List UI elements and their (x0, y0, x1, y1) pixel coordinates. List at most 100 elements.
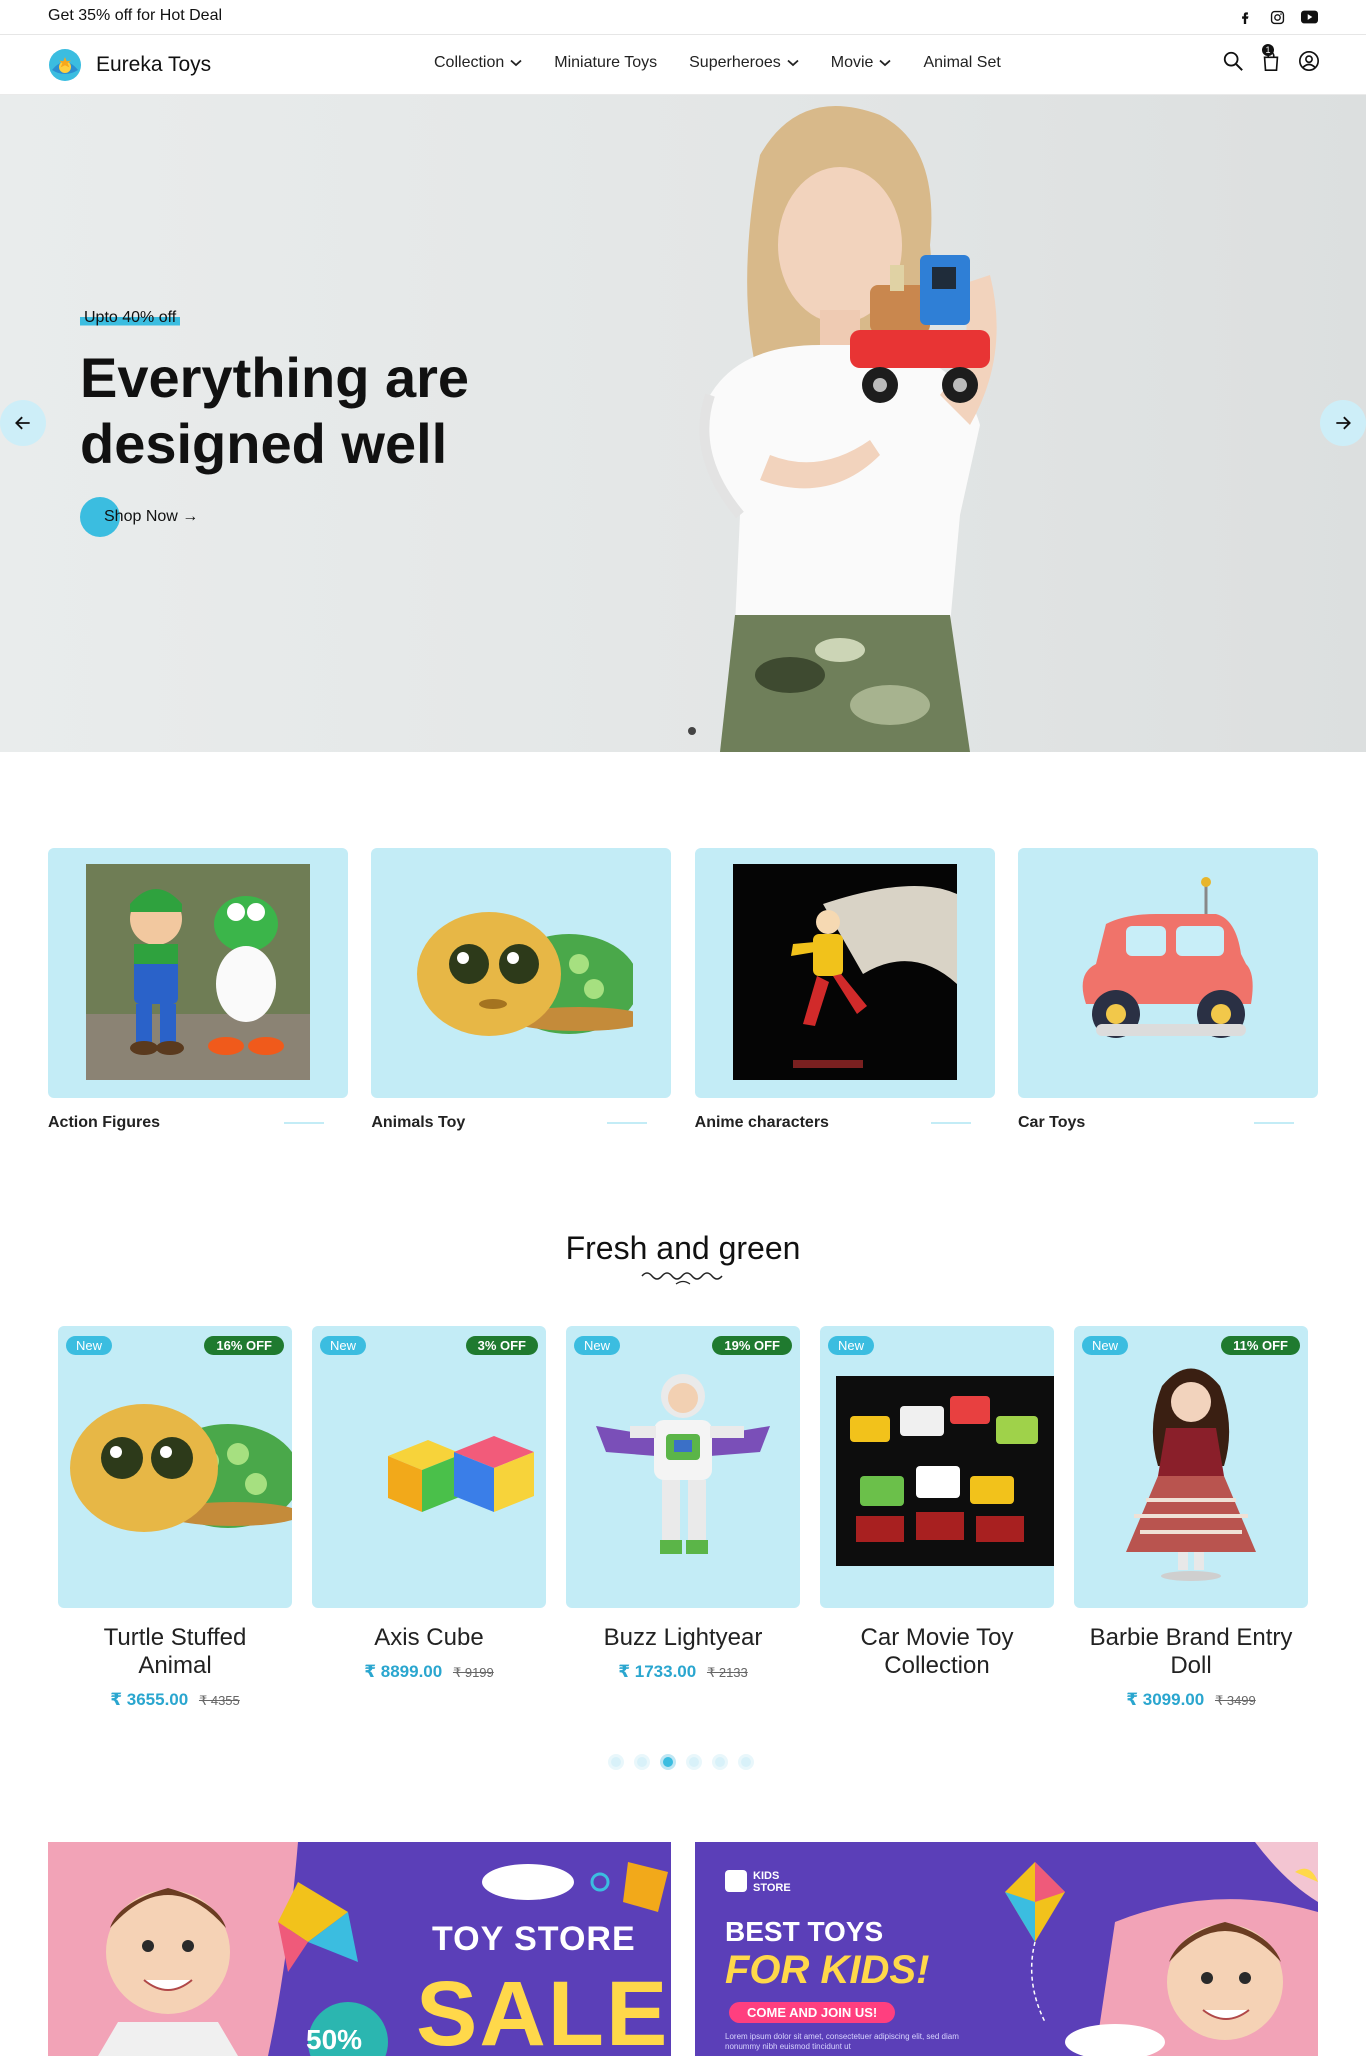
hero-headline: Everything are designed well (80, 346, 470, 475)
carousel-dot[interactable] (738, 1754, 754, 1770)
hero-prev-button[interactable] (0, 400, 46, 446)
banner-title: TOY STORE (432, 1920, 636, 1958)
product-image-tile: New 11% OFF (1074, 1326, 1308, 1608)
product-image-tile: New 3% OFF (312, 1326, 546, 1608)
cart-icon[interactable]: 1 (1260, 44, 1282, 72)
facebook-icon[interactable] (1236, 8, 1254, 26)
user-icon[interactable] (1298, 50, 1320, 72)
eureka-logo-icon (49, 49, 81, 81)
shop-now-button[interactable]: Shop Now → (80, 497, 198, 537)
nav-label: Superheroes (689, 54, 781, 71)
category-card-action-figures[interactable]: Action Figures (48, 848, 348, 1132)
brand-link[interactable]: Eureka Toys (48, 48, 211, 82)
category-grid: Action Figures Animals Toy Anime charact… (48, 848, 1318, 1132)
barbie-doll-image (1126, 1368, 1256, 1581)
product-name[interactable]: Axis Cube (312, 1624, 546, 1652)
category-tile (371, 848, 672, 1098)
turtle-plush-image (70, 1404, 292, 1532)
carousel-dot[interactable] (712, 1754, 728, 1770)
carousel-dot[interactable] (634, 1754, 650, 1770)
banner-percent: 50% (306, 2024, 363, 2055)
squiggle-decoration-icon (641, 1272, 723, 1285)
banner-title: BEST TOYS (725, 1916, 884, 1947)
product-name[interactable]: Turtle Stuffed Animal (58, 1624, 292, 1680)
hero-slider: Upto 40% off Everything are designed wel… (0, 95, 1366, 752)
carousel-dot[interactable] (608, 1754, 624, 1770)
nav-label: Collection (434, 54, 505, 71)
category-underline (1253, 1122, 1294, 1124)
shop-now-label: Shop Now → (104, 508, 199, 525)
toy-store-sale-banner[interactable]: TOY STORE SALE 50% (48, 1842, 671, 2056)
banner-small-text: Lorem ipsum dolor sit amet, consectetuer… (725, 2032, 959, 2051)
product-price: ₹ 8899.00 ₹ 9199 (312, 1662, 546, 1682)
product-name[interactable]: Buzz Lightyear (566, 1624, 800, 1652)
category-card-anime-characters[interactable]: Anime characters (694, 848, 995, 1132)
product-card[interactable]: New 16% OFF Turtle Stuffed Animal ₹ 3655… (58, 1326, 292, 1710)
category-label: Action Figures (48, 1114, 161, 1131)
category-tile (48, 848, 348, 1098)
product-price: ₹ 3655.00 ₹ 4355 (58, 1690, 292, 1710)
search-icon[interactable] (1222, 50, 1244, 72)
nav-miniature-toys[interactable]: Miniature Toys (554, 54, 657, 72)
product-price: ₹ 1733.00 ₹ 2133 (566, 1662, 800, 1682)
promo-banners: TOY STORE SALE 50% KIDS STORE BEST TOYS … (48, 1842, 1318, 2056)
category-label: Anime characters (694, 1114, 829, 1131)
category-label: Animals Toy (371, 1114, 466, 1131)
kids-store-logo: KIDS STORE (753, 1870, 791, 1894)
arrow-right-icon (1336, 416, 1351, 430)
best-toys-banner[interactable]: KIDS STORE BEST TOYS FOR KIDS! COME AND … (695, 1842, 1318, 2056)
header-actions: 1 (1222, 44, 1320, 72)
original-price: ₹ 3499 (1214, 1693, 1256, 1708)
current-price: ₹ 8899.00 (364, 1662, 443, 1681)
nav-superheroes[interactable]: Superheroes (689, 54, 799, 72)
carousel-pagination (608, 1754, 754, 1770)
chevron-down-icon (787, 59, 799, 67)
product-carousel: New 16% OFF Turtle Stuffed Animal ₹ 3655… (58, 1326, 1308, 1710)
discount-badge: 3% OFF (465, 1336, 538, 1355)
carousel-dot-active[interactable] (660, 1754, 676, 1770)
anime-characters-image (732, 864, 957, 1080)
buzz-lightyear-image (596, 1374, 770, 1554)
product-image-tile: New 19% OFF (566, 1326, 800, 1608)
chevron-down-icon (510, 59, 522, 67)
banner-subtitle: FOR KIDS! (725, 1948, 930, 1992)
axis-cube-image (388, 1436, 534, 1512)
nav-animal-set[interactable]: Animal Set (923, 54, 1000, 72)
category-underline (607, 1122, 648, 1124)
category-underline (284, 1122, 324, 1124)
product-card[interactable]: New 11% OFF Barbie Brand Entry Doll ₹ 30… (1074, 1326, 1308, 1710)
category-tile (1017, 848, 1318, 1098)
arrow-left-icon (15, 416, 30, 430)
nav-label: Movie (830, 54, 874, 71)
youtube-icon[interactable] (1300, 8, 1318, 26)
cart-count-badge: 1 (1262, 44, 1274, 56)
product-name[interactable]: Barbie Brand Entry Doll (1074, 1624, 1308, 1680)
category-card-animals-toy[interactable]: Animals Toy (371, 848, 672, 1132)
product-card[interactable]: New 3% OFF Axis Cube ₹ 8899.00 ₹ 9199 (312, 1326, 546, 1710)
product-image-tile: New (820, 1326, 1054, 1608)
category-underline (930, 1122, 971, 1124)
nav-collection[interactable]: Collection (434, 54, 522, 72)
section-title: Fresh and green (565, 1230, 801, 1266)
hero-next-button[interactable] (1320, 400, 1366, 446)
new-badge: New (320, 1336, 367, 1355)
nav-label: Miniature Toys (554, 54, 658, 71)
car-toys-image (1082, 877, 1253, 1038)
social-links (1236, 8, 1318, 26)
hero-pagination-dot[interactable] (688, 727, 696, 735)
category-card-car-toys[interactable]: Car Toys (1017, 848, 1318, 1132)
product-card[interactable]: New Car Movie Toy Collection (820, 1326, 1054, 1710)
original-price: ₹ 4355 (198, 1693, 240, 1708)
instagram-icon[interactable] (1268, 8, 1286, 26)
nav-movie[interactable]: Movie (831, 54, 892, 72)
carousel-dot[interactable] (686, 1754, 702, 1770)
product-name[interactable]: Car Movie Toy Collection (820, 1624, 1054, 1680)
hero-eyebrow: Upto 40% off (80, 307, 181, 329)
current-price: ₹ 3099.00 (1126, 1690, 1205, 1709)
current-price: ₹ 1733.00 (618, 1662, 697, 1681)
animals-toy-image (417, 912, 634, 1036)
product-card[interactable]: New 19% OFF Buzz Lightyear ₹ 1733.00 ₹ 2… (566, 1326, 800, 1710)
come-join-button[interactable]: COME AND JOIN US! (729, 2002, 896, 2023)
action-figures-image (86, 864, 310, 1080)
nav-label: Animal Set (923, 54, 1001, 71)
